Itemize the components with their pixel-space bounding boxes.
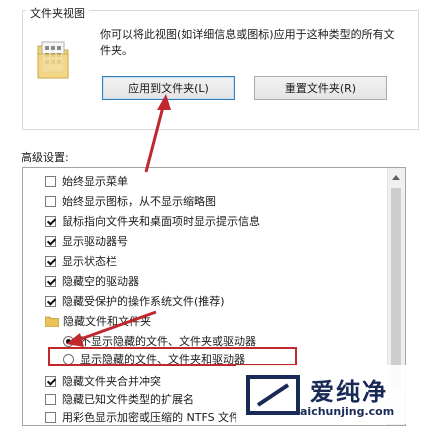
setting-label: 隐藏空的驱动器 [62, 275, 139, 288]
checkbox[interactable] [45, 393, 56, 405]
watermark-text: 爱纯净 [310, 378, 388, 406]
scroll-up-icon[interactable] [392, 175, 400, 180]
setting-show-status-bar[interactable]: 显示状态栏 [45, 251, 405, 271]
setting-label: 显示状态栏 [62, 255, 117, 268]
checkbox[interactable] [45, 235, 56, 247]
annotation-highlight-box [48, 347, 297, 366]
setting-show-drive-letters[interactable]: 显示驱动器号 [45, 231, 405, 251]
setting-label: 鼠标指向文件夹和桌面项时显示提示信息 [62, 215, 260, 228]
setting-label: 始终显示菜单 [62, 175, 128, 188]
setting-label: 用彩色显示加密或压缩的 NTFS 文件 [62, 411, 241, 424]
scrollbar-thumb[interactable] [391, 188, 401, 388]
setting-label: 隐藏文件和文件夹 [63, 315, 151, 328]
setting-label: 始终显示图标，从不显示缩略图 [62, 195, 216, 208]
checkbox[interactable] [45, 275, 56, 287]
setting-label: 隐藏已知文件类型的扩展名 [62, 393, 194, 406]
checkbox[interactable] [45, 175, 56, 187]
apply-to-folders-button[interactable]: 应用到文件夹(L) [102, 76, 235, 100]
watermark-url: aichunjing.com [300, 405, 395, 418]
folder-views-description: 你可以将此视图(如详细信息或图标)应用于这种类型的所有文件夹。 [100, 28, 395, 57]
setting-label: 显示驱动器号 [62, 235, 128, 248]
setting-hide-protected-os-files[interactable]: 隐藏受保护的操作系统文件(推荐) [45, 291, 405, 311]
setting-show-popup-description[interactable]: 鼠标指向文件夹和桌面项时显示提示信息 [45, 211, 405, 231]
setting-group-hidden-files: 隐藏文件和文件夹 [45, 311, 405, 331]
reset-folders-button[interactable]: 重置文件夹(R) [254, 76, 387, 100]
advanced-settings-label: 高级设置: [21, 151, 69, 164]
checkbox[interactable] [45, 255, 56, 267]
folder-views-title: 文件夹视图 [26, 5, 89, 21]
setting-always-show-menus[interactable]: 始终显示菜单 [45, 171, 405, 191]
checkbox[interactable] [45, 411, 56, 423]
checkbox[interactable] [45, 375, 56, 387]
folder-view-icon [37, 41, 69, 79]
checkbox[interactable] [45, 195, 56, 207]
setting-label: 隐藏受保护的操作系统文件(推荐) [62, 295, 225, 308]
setting-label: 隐藏文件夹合并冲突 [62, 375, 161, 388]
checkbox[interactable] [45, 295, 56, 307]
setting-always-show-icons[interactable]: 始终显示图标，从不显示缩略图 [45, 191, 405, 211]
radio-button[interactable] [63, 335, 74, 347]
setting-hide-empty-drives[interactable]: 隐藏空的驱动器 [45, 271, 405, 291]
checkbox[interactable] [45, 215, 56, 227]
folder-icon [45, 316, 59, 327]
